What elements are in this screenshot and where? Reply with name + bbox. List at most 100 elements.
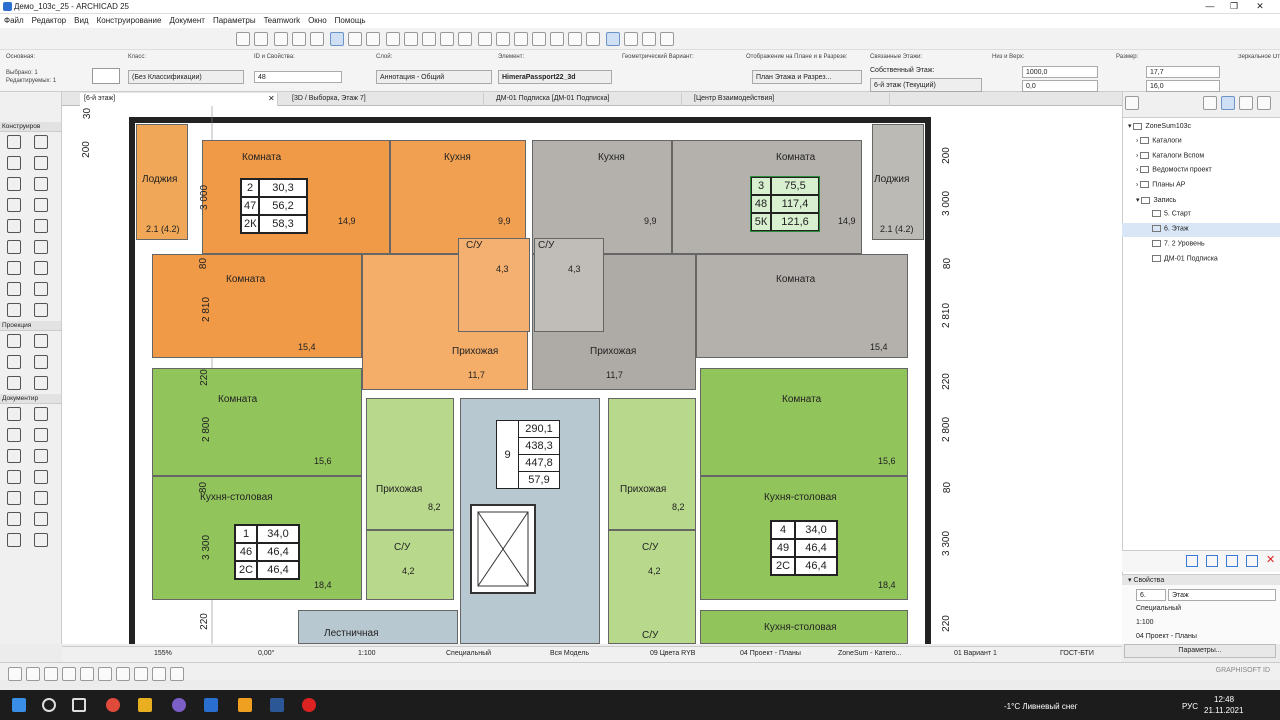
size-width-field[interactable]: 17,7 — [1146, 66, 1220, 78]
tab-collaboration[interactable]: [Центр Взаимодействия] — [690, 93, 890, 106]
quick-option-icon[interactable] — [8, 667, 22, 681]
shell-tool-icon[interactable] — [34, 177, 48, 191]
hotspot-tool-icon[interactable] — [34, 512, 48, 526]
sublime-icon[interactable] — [238, 698, 252, 712]
close-button[interactable]: ✕ — [1250, 1, 1270, 12]
tree-item[interactable]: ДМ-01 Подписка — [1152, 255, 1218, 262]
tab-floor-plan[interactable]: [6-й этаж] — [80, 93, 278, 106]
view-icon[interactable] — [98, 667, 112, 681]
search-icon[interactable] — [42, 698, 56, 712]
minimize-button[interactable]: — — [1200, 1, 1220, 11]
tree-item[interactable]: 5. Старт — [1152, 210, 1191, 217]
object-tool-icon[interactable] — [7, 261, 21, 275]
dimension-tool-icon[interactable] — [7, 407, 21, 421]
chrome-icon[interactable] — [106, 698, 120, 712]
menu-file[interactable]: Файл — [0, 14, 28, 25]
orbit-icon[interactable] — [641, 32, 656, 46]
worksheet-tool-icon[interactable] — [34, 355, 48, 369]
label-tool-icon[interactable] — [34, 428, 48, 442]
beam-tool-icon[interactable] — [7, 156, 21, 170]
level-tool-icon[interactable] — [34, 407, 48, 421]
weather-widget[interactable]: -1°C Ливневый снег — [1004, 702, 1078, 711]
layer-select[interactable]: Аннотация - Общий — [376, 70, 492, 84]
render-icon[interactable] — [659, 32, 674, 46]
3d-window-icon[interactable] — [623, 32, 638, 46]
adjust-icon[interactable] — [513, 32, 528, 46]
zone-tool-icon[interactable] — [7, 282, 21, 296]
help-icon[interactable] — [170, 667, 184, 681]
ungroup-icon[interactable] — [457, 32, 472, 46]
tree-item[interactable]: › Каталоги — [1136, 137, 1182, 144]
mesh-tool-icon[interactable] — [34, 282, 48, 296]
tree-item[interactable]: › Ведомости проект — [1136, 166, 1212, 173]
roof-tool-icon[interactable] — [7, 177, 21, 191]
structure-icon[interactable] — [134, 667, 148, 681]
pick-up-icon[interactable] — [273, 32, 288, 46]
3d-document-tool-icon[interactable] — [34, 376, 48, 390]
room-komnata-6[interactable] — [700, 368, 908, 476]
lamp-tool-icon[interactable] — [34, 261, 48, 275]
view-name-field[interactable]: Этаж — [1168, 589, 1276, 601]
room-bath-2[interactable] — [534, 238, 604, 332]
slab-tool-icon[interactable] — [34, 156, 48, 170]
summary-table[interactable]: 9 290,1 438,3 447,8 57,9 — [496, 420, 560, 489]
viber-icon[interactable] — [172, 698, 186, 712]
arc-tool-icon[interactable] — [7, 491, 21, 505]
zone-table[interactable]: 2 30,3 47 56,2 2К 58,3 — [240, 178, 308, 234]
marker-tool-icon[interactable] — [7, 449, 21, 463]
stair-tool-icon[interactable] — [7, 198, 21, 212]
word-icon[interactable] — [270, 698, 284, 712]
line-tool-icon[interactable] — [34, 470, 48, 484]
tab-layout[interactable]: ДМ-01 Подписка [ДМ-01 Подписка] — [492, 93, 682, 106]
toolbox-section-design[interactable]: Конструиров — [0, 122, 61, 132]
parameters-button[interactable]: Параметры... — [1124, 644, 1276, 658]
column-tool-icon[interactable] — [34, 135, 48, 149]
group-icon[interactable] — [439, 32, 454, 46]
dimension-standard-select[interactable]: ГОСТ-БТИ — [1060, 650, 1094, 657]
wall-tool-icon[interactable] — [7, 135, 21, 149]
hatch-tool-icon[interactable] — [7, 470, 21, 484]
redo-icon[interactable] — [254, 32, 268, 46]
graphic-override-select[interactable]: 09 Цвета RYB — [650, 650, 695, 657]
element-select[interactable]: HimeraPassport22_3d — [498, 70, 612, 84]
view-map-icon[interactable] — [1202, 96, 1217, 110]
delete-icon[interactable]: ✕ — [1266, 553, 1275, 566]
trace-icon[interactable] — [403, 32, 418, 46]
layer-combo-select[interactable]: 04 Проект - Планы — [740, 650, 801, 657]
publisher-icon[interactable] — [1238, 96, 1253, 110]
menu-help[interactable]: Помощь — [331, 14, 370, 25]
file-explorer-icon[interactable] — [138, 698, 152, 712]
grid-icon[interactable] — [385, 32, 400, 46]
size-height-field[interactable]: 16,0 — [1146, 80, 1220, 92]
tree-item[interactable]: 7. 2 Уровень — [1152, 240, 1205, 247]
clock-time[interactable]: 12:48 — [1214, 695, 1234, 704]
dimension-icon[interactable] — [152, 667, 166, 681]
drawing-tool-icon[interactable] — [34, 533, 48, 547]
room-hall-3[interactable] — [366, 398, 454, 530]
menu-document[interactable]: Документ — [165, 14, 209, 25]
settings-icon[interactable] — [1246, 555, 1258, 567]
curtain-wall-tool-icon[interactable] — [7, 219, 21, 233]
railing-tool-icon[interactable] — [34, 198, 48, 212]
menu-design[interactable]: Конструирование — [93, 14, 166, 25]
snap-points-icon[interactable] — [365, 32, 380, 46]
scale-select[interactable]: 1:100 — [358, 650, 376, 657]
rotation-angle[interactable]: 0,00° — [258, 650, 274, 657]
recorder-icon[interactable] — [302, 698, 316, 712]
pen-icon[interactable] — [62, 667, 76, 681]
select-box-icon[interactable] — [605, 32, 620, 46]
elevation-tool-icon[interactable] — [34, 334, 48, 348]
section-tool-icon[interactable] — [7, 334, 21, 348]
distribute-icon[interactable] — [549, 32, 564, 46]
bottom-field[interactable]: 1000,0 — [1022, 66, 1098, 78]
room-komnata-2[interactable] — [152, 254, 362, 358]
zonesum-select[interactable]: ZoneSum - Катего... — [838, 650, 902, 657]
fill-tool-icon[interactable] — [34, 449, 48, 463]
room-bath-3[interactable] — [366, 530, 454, 600]
detail-tool-icon[interactable] — [7, 376, 21, 390]
undo-icon[interactable] — [236, 32, 250, 46]
layout-book-icon[interactable] — [1220, 96, 1235, 110]
mirror-icon[interactable] — [585, 32, 600, 46]
door-tool-icon[interactable] — [34, 219, 48, 233]
own-floor-select[interactable]: 6-й этаж (Текущий) — [870, 78, 982, 92]
